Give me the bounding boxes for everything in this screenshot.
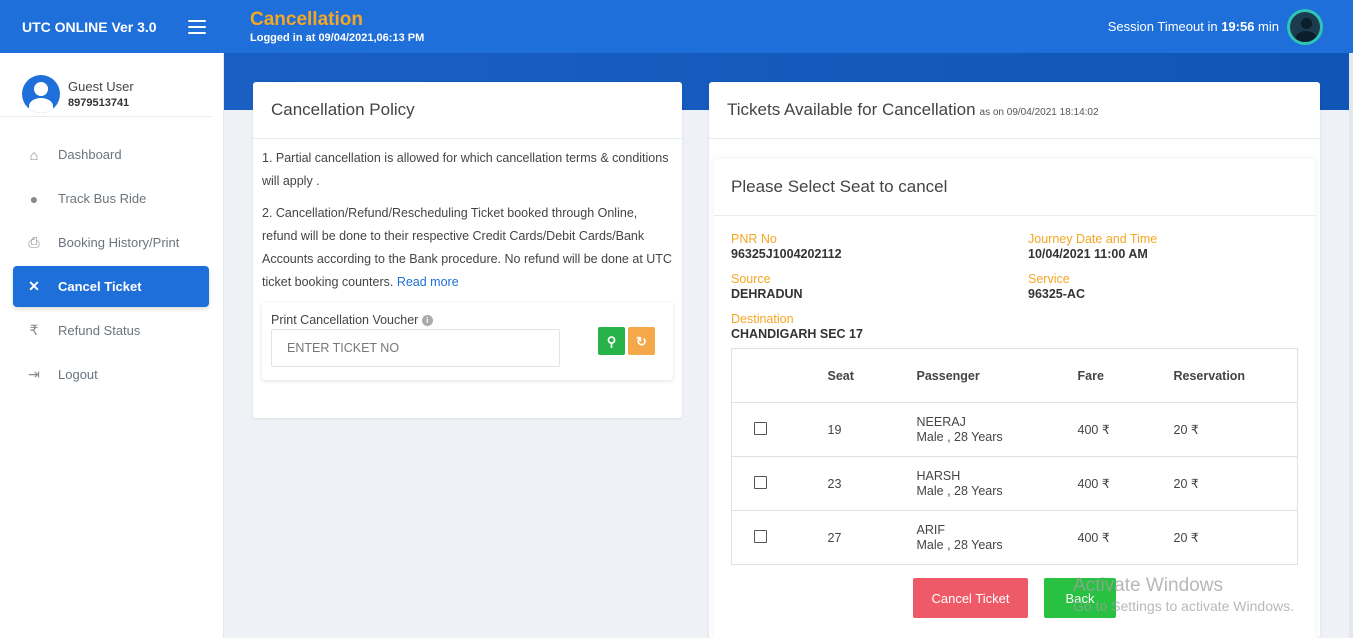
- profile-avatar-icon[interactable]: [1287, 8, 1323, 45]
- sidebar-item-label: Track Bus Ride: [58, 191, 147, 206]
- destination-field: Destination CHANDIGARH SEC 17: [731, 312, 863, 341]
- passenger-cell: NEERAJ Male , 28 Years: [916, 402, 1078, 457]
- ticket-number-input[interactable]: [271, 329, 560, 367]
- passenger-meta: Male , 28 Years: [916, 483, 1003, 498]
- passenger-name: ARIF: [916, 522, 945, 537]
- passenger-meta: Male , 28 Years: [916, 429, 1003, 444]
- tickets-title: Tickets Available for Cancellation as on …: [709, 82, 1320, 139]
- sidebar: Guest User 8979513741 ⌂ Dashboard ● Track B…: [0, 53, 224, 638]
- search-icon: ⚲: [606, 333, 617, 349]
- policy-point-1: 1. Partial cancellation is allowed for w…: [262, 151, 669, 188]
- sidebar-item-refund-status[interactable]: ₹ Refund Status: [13, 310, 209, 351]
- print-voucher-box: Print Cancellation Voucher i ⚲ ↻: [262, 303, 673, 380]
- printer-icon: ⎙: [28, 234, 40, 250]
- sidebar-item-label: Dashboard: [58, 147, 122, 162]
- seat-number: 23: [827, 456, 917, 511]
- table-row: 27 ARIF Male , 28 Years 400 ₹20 ₹: [731, 510, 1298, 565]
- sidebar-item-label: Cancel Ticket: [58, 279, 142, 294]
- close-icon: ✕: [28, 278, 40, 294]
- table-header-row: Seat Passenger Fare Reservation: [731, 348, 1298, 403]
- refresh-icon: ↻: [636, 333, 647, 349]
- table-row: 19 NEERAJ Male , 28 Years 400 ₹20 ₹: [731, 402, 1298, 457]
- policy-point-2: 2. Cancellation/Refund/Rescheduling Tick…: [262, 206, 672, 289]
- app-title: UTC ONLINE Ver 3.0: [22, 18, 157, 35]
- service-field: Service 96325-AC: [1028, 272, 1085, 301]
- service-value: 96325-AC: [1028, 287, 1085, 301]
- seat-checkbox[interactable]: [754, 421, 767, 435]
- source-field: Source DEHRADUN: [731, 272, 803, 301]
- reservation-fee: 20 ₹: [1173, 510, 1298, 565]
- sidebar-item-label: Logout: [58, 367, 98, 382]
- user-phone: 8979513741: [68, 96, 130, 109]
- login-time: Logged in at 09/04/2021,06:13 PM: [250, 31, 425, 44]
- page-header: Cancellation Logged in at 09/04/2021,06:…: [224, 8, 1108, 44]
- brand: UTC ONLINE Ver 3.0: [0, 0, 224, 53]
- passenger-name: NEERAJ: [916, 414, 966, 429]
- user-avatar-icon: [22, 74, 60, 113]
- fare: 400 ₹: [1077, 456, 1174, 511]
- sidebar-item-dashboard[interactable]: ⌂ Dashboard: [13, 134, 209, 175]
- page-title: Cancellation: [250, 8, 363, 30]
- map-pin-icon: ●: [29, 190, 39, 207]
- tickets-card: Tickets Available for Cancellation as on …: [709, 82, 1320, 638]
- sidebar-nav: ⌂ Dashboard ● Track Bus Ride ⎙ Booking Histor…: [0, 134, 223, 395]
- back-button[interactable]: Back: [1044, 578, 1116, 618]
- seat-number: 19: [827, 402, 917, 457]
- passenger-meta: Male , 28 Years: [916, 537, 1003, 552]
- policy-title: Cancellation Policy: [253, 82, 682, 139]
- seat-checkbox[interactable]: [754, 529, 767, 543]
- column-header-reservation: Reservation: [1173, 348, 1298, 403]
- read-more-link[interactable]: Read more: [397, 275, 459, 289]
- column-header-passenger: Passenger: [916, 348, 1078, 403]
- cancellation-policy-card: Cancellation Policy 1. Partial cancellat…: [253, 82, 682, 418]
- sidebar-item-booking-history-print[interactable]: ⎙ Booking History/Print: [13, 222, 209, 263]
- top-bar: UTC ONLINE Ver 3.0 Cancellation Logged i…: [0, 0, 1353, 53]
- user-profile: Guest User 8979513741: [0, 53, 213, 117]
- pnr-field: PNR No 96325J1004202112: [731, 232, 842, 261]
- reservation-fee: 20 ₹: [1173, 456, 1298, 511]
- scrollbar[interactable]: [1349, 53, 1353, 638]
- info-icon[interactable]: i: [421, 315, 433, 326]
- sidebar-item-label: Booking History/Print: [58, 235, 180, 250]
- sidebar-item-track-bus-ride[interactable]: ● Track Bus Ride: [13, 178, 209, 219]
- journey-value: 10/04/2021 11:00 AM: [1028, 247, 1148, 261]
- sidebar-item-cancel-ticket[interactable]: ✕ Cancel Ticket: [13, 266, 209, 307]
- user-name: Guest User: [68, 78, 134, 94]
- seat-number: 27: [827, 510, 917, 565]
- sidebar-item-label: Refund Status: [58, 323, 141, 338]
- column-header-seat: Seat: [827, 348, 917, 403]
- destination-value: CHANDIGARH SEC 17: [731, 327, 863, 341]
- select-seat-title: Please Select Seat to cancel: [714, 159, 1315, 216]
- session-timeout: Session Timeout in 19:56 min: [1107, 19, 1279, 34]
- rupee-icon: ₹: [29, 322, 39, 338]
- home-icon: ⌂: [29, 146, 39, 163]
- reservation-fee: 20 ₹: [1173, 402, 1298, 457]
- sidebar-item-logout[interactable]: ⇥ Logout: [13, 354, 209, 395]
- pnr-value: 96325J1004202112: [731, 247, 842, 261]
- table-row: 23 HARSH Male , 28 Years 400 ₹20 ₹: [731, 456, 1298, 511]
- menu-icon[interactable]: [188, 19, 206, 34]
- fare: 400 ₹: [1077, 402, 1174, 457]
- seat-checkbox[interactable]: [754, 475, 767, 489]
- cancel-ticket-button[interactable]: Cancel Ticket: [913, 578, 1028, 618]
- policy-body: 1. Partial cancellation is allowed for w…: [253, 139, 682, 380]
- session-time: 19:56: [1221, 19, 1255, 34]
- passenger-cell: ARIF Male , 28 Years: [916, 510, 1078, 565]
- seat-selection-panel: Please Select Seat to cancel PNR No 9632…: [714, 159, 1315, 638]
- fare: 400 ₹: [1077, 510, 1174, 565]
- seat-table: Seat Passenger Fare Reservation 19 NEERAJ…: [731, 348, 1298, 565]
- refresh-button[interactable]: ↻: [628, 327, 655, 355]
- source-value: DEHRADUN: [731, 287, 803, 301]
- journey-field: Journey Date and Time 10/04/2021 11:00 A…: [1028, 232, 1158, 261]
- search-button[interactable]: ⚲: [598, 327, 625, 355]
- tickets-as-on: as on 09/04/2021 18:14:02: [979, 107, 1099, 118]
- passenger-name: HARSH: [916, 468, 961, 483]
- logout-icon: ⇥: [28, 366, 40, 382]
- passenger-cell: HARSH Male , 28 Years: [916, 456, 1078, 511]
- column-header-fare: Fare: [1077, 348, 1174, 403]
